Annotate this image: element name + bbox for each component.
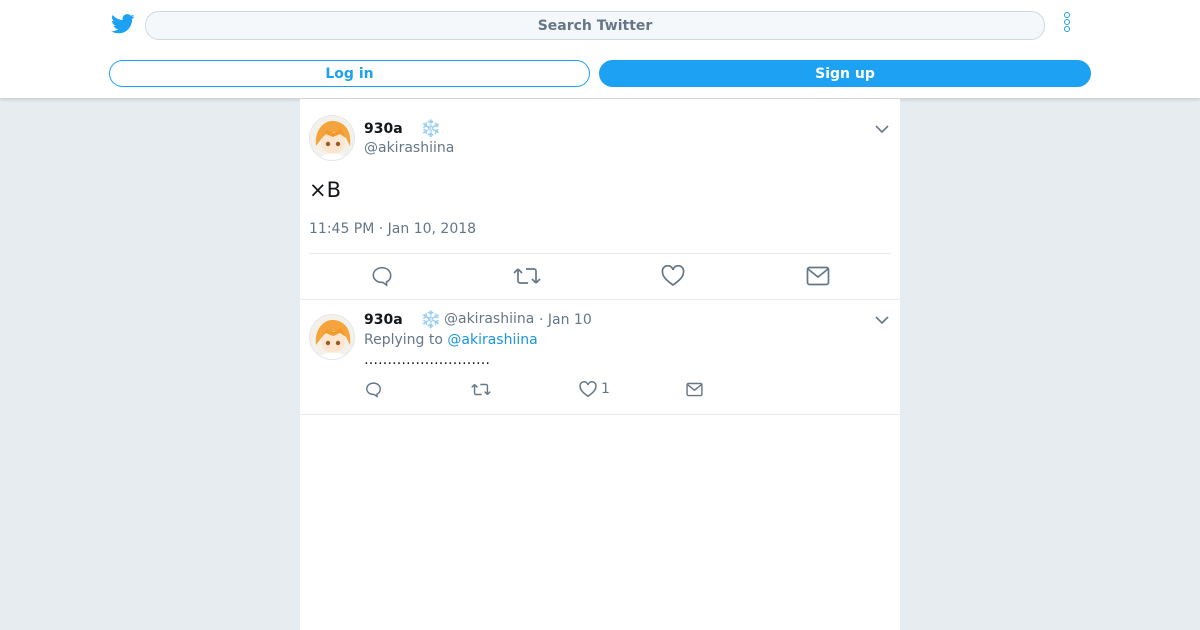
like-icon[interactable] <box>579 381 597 398</box>
twitter-logo-icon[interactable] <box>111 13 135 35</box>
replying-to-link[interactable]: @akirashiina <box>447 332 537 348</box>
divider <box>309 253 891 254</box>
avatar[interactable] <box>309 115 355 161</box>
snowflake-icon: ❄️ <box>420 310 442 330</box>
author-name[interactable]: 930a <box>364 121 403 137</box>
author-handle[interactable]: @akirashiina <box>364 140 454 156</box>
top-bar: Search Twitter Log in Sign up <box>0 0 1200 99</box>
share-icon[interactable] <box>686 382 703 397</box>
like-icon[interactable] <box>661 265 685 287</box>
search-input[interactable]: Search Twitter <box>145 11 1045 40</box>
snowflake-icon: ❄️ <box>420 119 442 139</box>
retweet-icon[interactable] <box>471 381 491 398</box>
reply-text: ……………………… <box>364 352 490 368</box>
reply-author-name[interactable]: 930a <box>364 312 403 328</box>
avatar[interactable] <box>309 314 355 360</box>
reply-author-handle[interactable]: @akirashiina <box>444 311 534 327</box>
divider <box>300 414 900 415</box>
search-placeholder: Search Twitter <box>537 17 653 34</box>
chevron-down-icon[interactable] <box>875 315 889 325</box>
tweet-text: ×B <box>309 178 342 202</box>
tweet-column: 930a ❄️ @akirashiina ×B 11:45 PM · Jan 1… <box>300 99 900 630</box>
reply-icon[interactable] <box>365 381 382 398</box>
login-button[interactable]: Log in <box>109 60 590 87</box>
divider <box>300 299 900 300</box>
replying-to-line: Replying to @akirashiina <box>364 332 538 348</box>
retweet-icon[interactable] <box>513 265 541 287</box>
more-options-icon[interactable] <box>1060 12 1074 38</box>
signup-button[interactable]: Sign up <box>599 60 1091 87</box>
replying-to-prefix: Replying to <box>364 332 443 348</box>
reply-icon[interactable] <box>371 265 393 287</box>
tweet-timestamp[interactable]: 11:45 PM · Jan 10, 2018 <box>309 221 476 237</box>
reply-date[interactable]: · Jan 10 <box>539 312 592 328</box>
share-icon[interactable] <box>806 266 830 286</box>
chevron-down-icon[interactable] <box>875 124 889 134</box>
like-count: 1 <box>601 381 610 397</box>
